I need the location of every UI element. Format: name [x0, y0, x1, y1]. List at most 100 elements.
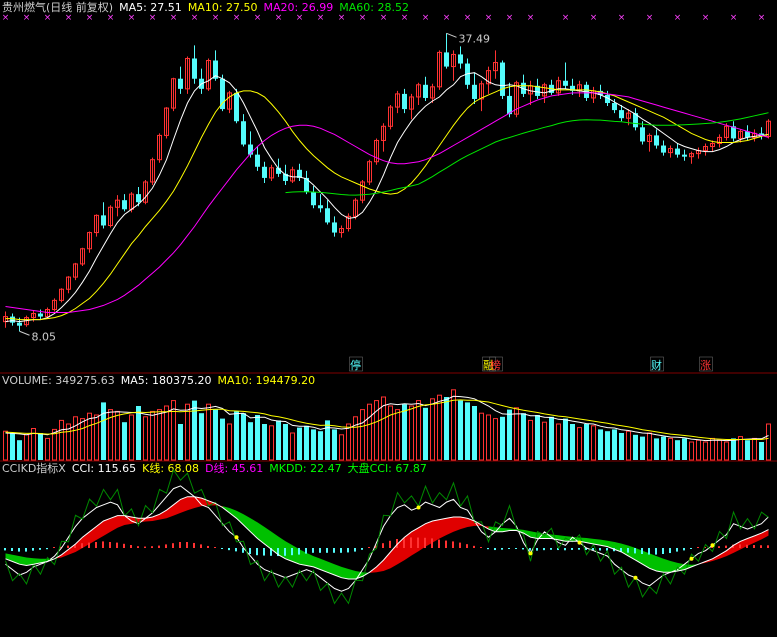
volume-bar	[248, 422, 253, 460]
signal-marker: ×	[464, 13, 472, 23]
mkdd-bar	[515, 548, 517, 549]
volume-bar	[409, 405, 414, 461]
mkdd-bar	[11, 548, 13, 551]
mkdd-bar	[333, 548, 335, 553]
signal-marker: ×	[527, 13, 535, 23]
mkdd-bar	[53, 547, 55, 548]
signal-dot	[577, 540, 582, 545]
kd-ribbon-segment	[439, 518, 447, 539]
volume-bar	[367, 403, 372, 461]
volume-bar	[122, 422, 127, 460]
mkdd-bar	[151, 546, 153, 548]
volume-bar	[675, 440, 680, 460]
kd-ribbon-segment	[187, 496, 195, 511]
mkdd-bar	[578, 548, 580, 550]
volume-bar	[521, 413, 526, 460]
volume-bar	[752, 437, 757, 461]
dapan-cci-line	[5, 468, 769, 605]
mkdd-bar	[690, 548, 692, 549]
volume-bar	[17, 440, 22, 460]
volume-bar	[199, 413, 204, 460]
signal-marker: ×	[191, 13, 199, 23]
candle-body	[563, 80, 568, 86]
volume-bar	[724, 441, 729, 461]
signal-marker: ×	[506, 13, 514, 23]
mkdd-bar	[172, 543, 174, 548]
signal-dot	[528, 551, 533, 556]
candle-body	[507, 95, 512, 115]
volume-bar	[654, 438, 659, 460]
mkdd-bar	[725, 545, 727, 548]
volume-bar	[647, 432, 652, 461]
signal-marker: ×	[338, 13, 346, 23]
mkdd-bar	[235, 548, 237, 552]
kd-ribbon-segment	[460, 516, 468, 530]
event-marker-3: 财	[651, 358, 662, 372]
volume-bar	[178, 424, 183, 460]
volume-bar	[444, 397, 449, 460]
high-price-label: 37.49	[459, 32, 491, 45]
kd-ribbon-segment	[663, 558, 671, 573]
candle-body	[500, 62, 505, 96]
signal-marker: ×	[23, 13, 31, 23]
volume-bar	[479, 412, 484, 461]
candle-body	[311, 192, 316, 206]
mkdd-bar	[137, 546, 139, 548]
kd-ribbon-segment	[432, 519, 440, 543]
kd-ribbon-segment	[243, 514, 251, 532]
volume-bar	[297, 427, 302, 460]
candle-body	[38, 313, 43, 317]
volume-bar	[423, 407, 428, 460]
signal-marker: ×	[275, 13, 283, 23]
volume-bar	[619, 433, 624, 460]
mkdd-bar	[256, 548, 258, 556]
mkdd-bar	[67, 545, 69, 548]
volume-bar	[262, 424, 267, 460]
volume-bar	[269, 425, 274, 461]
volume-bar	[703, 441, 708, 461]
mkdd-bar	[494, 548, 496, 551]
mkdd-bar	[445, 540, 447, 548]
mkdd-bar	[347, 548, 349, 553]
candle-body	[458, 54, 463, 64]
volume-bar	[255, 415, 260, 460]
signal-marker: ×	[254, 13, 262, 23]
volume-bar	[318, 431, 323, 460]
volume-bar	[458, 400, 463, 460]
mkdd-bar	[753, 545, 755, 548]
mkdd-bar	[354, 548, 356, 552]
mkdd-bar	[39, 548, 41, 550]
mkdd-bar	[403, 537, 405, 548]
mkdd-bar	[473, 545, 475, 548]
kd-ribbon-segment	[159, 510, 167, 520]
volume-bar	[3, 430, 8, 461]
mkdd-bar	[767, 545, 769, 548]
volume-bar	[563, 418, 568, 460]
volume-bar	[507, 409, 512, 460]
mkdd-bar	[718, 546, 720, 548]
volume-bar	[556, 423, 561, 461]
candle-body	[332, 222, 337, 233]
volume-bar	[486, 414, 491, 461]
signal-marker: ×	[65, 13, 73, 23]
mkdd-bar	[536, 548, 538, 551]
volume-bar	[766, 423, 771, 461]
volume-bar	[276, 420, 281, 460]
candle-body	[192, 58, 197, 79]
volume-bar	[668, 437, 673, 461]
volume-bar	[234, 411, 239, 460]
mkdd-bar	[81, 543, 83, 548]
mkdd-bar	[284, 548, 286, 556]
volume-bar	[584, 424, 589, 460]
candle-body	[640, 127, 645, 142]
volume-bar	[38, 433, 43, 460]
mkdd-bar	[130, 545, 132, 548]
mkdd-bar	[599, 548, 601, 551]
volume-bar	[577, 427, 582, 461]
mkdd-bar	[676, 548, 678, 552]
volume-bar	[395, 409, 400, 461]
kd-ribbon-segment	[446, 516, 454, 536]
mkdd-bar	[550, 548, 552, 550]
event-marker-0: 停	[350, 358, 361, 372]
volume-bar	[73, 416, 78, 461]
